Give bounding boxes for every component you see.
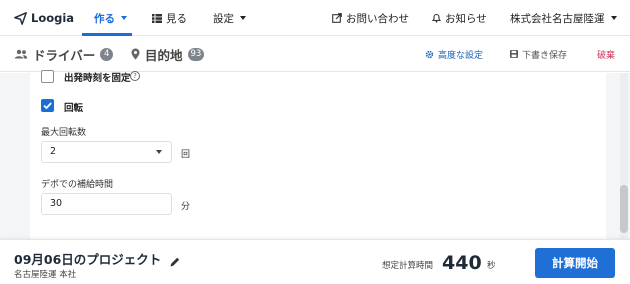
fixed-departure-checkbox[interactable] [41,70,54,83]
grid-icon [152,13,162,23]
nav-settings[interactable]: 設定 [213,10,246,26]
save-icon [510,50,518,58]
tab-drivers-label: ドライバー [33,47,96,63]
settings-content: 出発時刻を固定 ? 回転 最大回転数 2 回 デポでの補給時間 30 分 [0,70,630,239]
tab-destinations-label: 目的地 [145,47,183,63]
start-calculation-button[interactable]: 計算開始 [535,248,615,278]
nav-view[interactable]: 見る [152,10,187,26]
vertical-scrollbar[interactable] [620,73,628,239]
chevron-down-icon [121,16,127,20]
gear-icon [425,50,434,58]
rotation-checkbox[interactable] [41,99,54,112]
depot-replenish-unit: 分 [181,202,191,212]
company-name: 株式会社名古屋陸運 [510,12,605,25]
tab-drivers[interactable]: ドライバー 4 [14,45,114,63]
help-icon[interactable]: ? [130,71,140,81]
logo-text: Loogia [31,11,75,25]
scrollbar-thumb[interactable] [620,185,628,233]
nav-contact-label: お問い合わせ [346,12,409,25]
max-rotations-unit: 回 [181,150,191,160]
depot-replenish-label: デポでの補給時間 [41,180,114,190]
rotation-label: 回転 [64,103,84,114]
nav-create-label: 作る [94,12,115,25]
nav-contact[interactable]: お問い合わせ [332,10,409,26]
nav-view-label: 見る [166,12,187,25]
people-icon [14,49,28,59]
nav-create[interactable]: 作る [94,10,127,26]
nav-settings-label: 設定 [213,12,234,25]
nav-company-menu[interactable]: 株式会社名古屋陸運 [510,10,617,26]
sub-header: ドライバー 4 目的地 93 高度な設定 下書き保存 破棄 [0,36,630,72]
max-rotations-select[interactable]: 2 [41,141,172,163]
chevron-down-icon [156,150,162,154]
depot-replenish-value: 30 [50,198,63,209]
estimate-label: 想定計算時間 [382,261,434,271]
save-draft-label: 下書き保存 [522,50,568,61]
advanced-settings-label: 高度な設定 [438,50,484,61]
nav-notifications[interactable]: お知らせ [432,10,487,26]
external-link-icon [332,13,342,23]
discard-button[interactable]: 破棄 [597,47,615,61]
top-navbar: Loogia 作る 見る 設定 お問い合わせ お知らせ 株式会社名古屋陸運 [0,0,630,36]
pencil-icon[interactable] [169,256,181,268]
depot-replenish-input[interactable]: 30 [41,193,172,215]
app-logo[interactable]: Loogia [14,10,74,26]
bell-icon [432,13,441,23]
chevron-down-icon [240,16,246,20]
save-draft-button[interactable]: 下書き保存 [510,47,567,61]
project-subtitle: 名古屋陸運 本社 [14,270,77,280]
destinations-count-badge: 93 [187,47,205,61]
estimate-value: 440 [442,252,482,274]
tab-destinations[interactable]: 目的地 93 [131,45,205,63]
estimate-unit: 秒 [487,261,496,271]
paper-plane-icon [14,11,27,25]
settings-panel: 出発時刻を固定 ? 回転 最大回転数 2 回 デポでの補給時間 30 分 [30,70,606,239]
map-pin-icon [131,48,140,60]
nav-notifications-label: お知らせ [445,12,487,25]
drivers-count-badge: 4 [100,47,114,61]
fixed-departure-label: 出発時刻を固定 [64,73,131,84]
chevron-down-icon [610,16,617,20]
project-title: 09月06日のプロジェクト [14,252,162,267]
discard-label: 破棄 [597,50,616,61]
max-rotations-value: 2 [50,146,57,157]
max-rotations-label: 最大回転数 [41,128,87,138]
footer-bar: 09月06日のプロジェクト 名古屋陸運 本社 想定計算時間 440 秒 計算開始 [0,239,630,284]
check-icon [43,102,52,110]
advanced-settings-button[interactable]: 高度な設定 [425,47,483,61]
